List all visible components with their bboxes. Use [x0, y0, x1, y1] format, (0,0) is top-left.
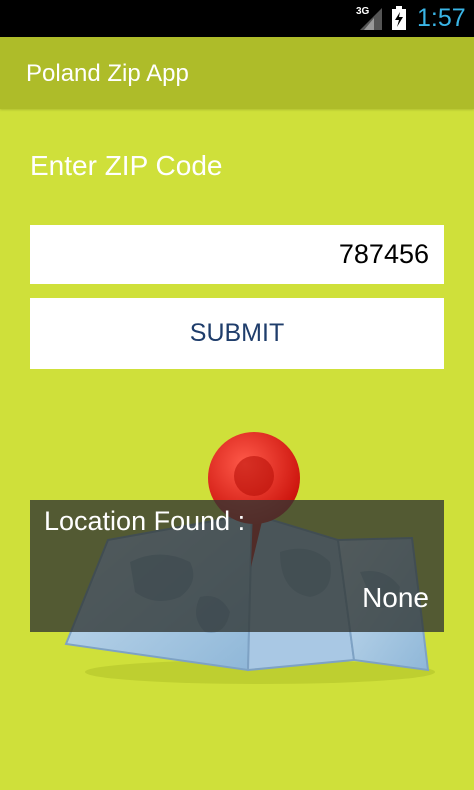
signal-icon — [360, 8, 382, 30]
location-found-label: Location Found : — [44, 506, 246, 536]
result-panel: Location Found : None — [30, 500, 444, 632]
zip-input[interactable] — [30, 225, 444, 284]
app-title: Poland Zip App — [26, 60, 189, 87]
submit-button[interactable]: SUBMIT — [30, 298, 444, 369]
app-bar: Poland Zip App — [0, 37, 474, 109]
zip-prompt-label: Enter ZIP Code — [30, 150, 223, 181]
status-bar: 3G 1:57 — [0, 0, 474, 37]
battery-charging-icon — [392, 6, 406, 30]
location-result-value: None — [362, 582, 429, 613]
clock: 1:57 — [417, 4, 466, 32]
